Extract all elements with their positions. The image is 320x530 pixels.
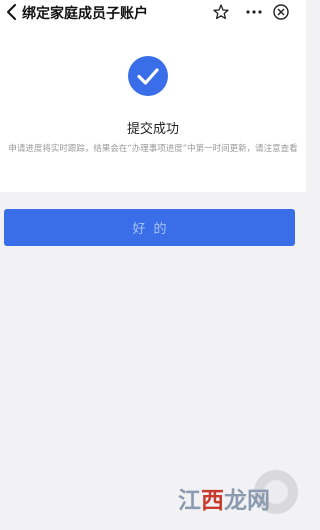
close-icon[interactable] [272, 3, 290, 21]
watermark-part-3: 龙网 [224, 487, 270, 514]
result-description: 申请进度将实时跟踪，结果会在“办理事项进度”中第一时间更新，请注意查看 [8, 144, 298, 154]
check-circle-icon [128, 56, 168, 96]
watermark-part-1: 江 [178, 487, 201, 514]
header-bar: 绑定家庭成员子账户 [0, 0, 306, 26]
success-title: 提交成功 [126, 122, 179, 137]
page-title: 绑定家庭成员子账户 [22, 6, 148, 22]
ok-button[interactable]: 好的 [4, 209, 295, 246]
watermark-logo: 江西龙网 [178, 481, 270, 515]
back-icon[interactable] [4, 2, 20, 22]
result-card: 提交成功 申请进度将实时跟踪，结果会在“办理事项进度”中第一时间更新，请注意查看 [0, 26, 306, 192]
star-icon[interactable] [212, 3, 230, 21]
watermark-part-2: 西 [201, 487, 224, 514]
more-icon[interactable] [245, 3, 263, 21]
